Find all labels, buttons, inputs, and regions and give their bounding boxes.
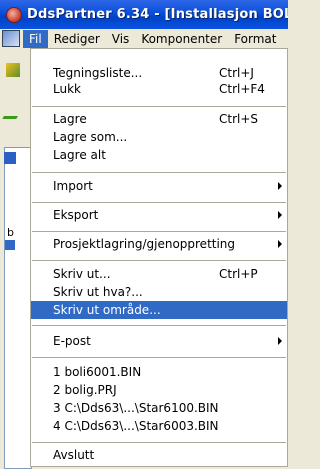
menu-item-label: 3 C:\Dds63\...\Star6100.BIN [53,401,219,415]
menu-item-shortcut: Ctrl+S [219,112,259,126]
menu-item-recent-1[interactable]: 1 boli6001.BIN [31,363,287,381]
menu-item-prosjektlagring[interactable]: Prosjektlagring/gjenoppretting [31,235,287,253]
menu-item-eksport[interactable]: Eksport [31,206,287,224]
panel-label: b [7,226,14,239]
menu-item-lukk[interactable]: Lukk Ctrl+F4 [31,80,287,98]
submenu-arrow-icon [278,337,282,345]
menu-item-skriv-ut-hva[interactable]: Skriv ut hva?... [31,283,287,301]
menu-item-lagre-som[interactable]: Lagre som... [31,128,287,146]
menu-separator [32,231,286,232]
menu-item-e-post[interactable]: E-post [31,332,287,350]
menu-separator [32,357,286,358]
menu-separator [32,106,286,107]
file-menu-dropdown: Tegningsliste... Ctrl+J Lukk Ctrl+F4 Lag… [30,48,288,467]
menu-item-avslutt[interactable]: Avslutt [31,446,287,464]
submenu-arrow-icon [278,182,282,190]
submenu-arrow-icon [278,240,282,248]
menu-item-recent-3[interactable]: 3 C:\Dds63\...\Star6100.BIN [31,399,287,417]
menu-item-label: Avslutt [53,448,95,462]
menu-separator [32,442,286,443]
menu-item-label: 2 bolig.PRJ [53,383,117,397]
menu-item-label: Lagre [53,112,87,126]
menu-item-recent-4[interactable]: 4 C:\Dds63\...\Star6003.BIN [31,417,287,435]
panel-tab-icon[interactable] [4,152,16,164]
menu-item-label: Skriv ut hva?... [53,285,143,299]
app-icon [6,6,22,23]
menu-separator [32,172,286,173]
menu-item-skriv-ut-omrade[interactable]: Skriv ut område... [31,301,287,319]
menu-item-label: Skriv ut område... [53,303,161,317]
title-bar[interactable]: DdsPartner 6.34 - [Installasjon BOL [0,0,288,29]
menu-item-label: Prosjektlagring/gjenoppretting [53,237,236,251]
menu-item-lagre[interactable]: Lagre Ctrl+S [31,110,287,128]
menu-item-label: Eksport [53,208,99,222]
menu-item-label: E-post [53,334,91,348]
side-panel [4,147,32,469]
menu-item-label: 1 boli6001.BIN [53,365,142,379]
document-icon[interactable] [2,30,20,47]
menu-item-recent-2[interactable]: 2 bolig.PRJ [31,381,287,399]
menu-item-label: Lukk [53,82,81,96]
menu-separator [32,260,286,261]
menu-item-label: Lagre som... [53,130,128,144]
menu-item-shortcut: Ctrl+F4 [219,82,265,96]
menu-item-label: 4 C:\Dds63\...\Star6003.BIN [53,419,219,433]
window-title: DdsPartner 6.34 - [Installasjon BOL [27,7,288,22]
menu-item-shortcut: Ctrl+J [219,66,254,80]
menu-item-label: Import [53,179,93,193]
menu-komponenter[interactable]: Komponenter [135,30,228,48]
menu-separator [32,325,286,326]
menu-format[interactable]: Format [228,30,282,48]
menu-separator [32,202,286,203]
menu-item-skriv-ut[interactable]: Skriv ut... Ctrl+P [31,265,287,283]
menu-vis[interactable]: Vis [106,30,136,48]
menu-rediger[interactable]: Rediger [48,30,106,48]
toolbar-tool-icon[interactable] [6,63,20,77]
menu-fil[interactable]: Fil [23,29,48,48]
menu-item-label: Skriv ut... [53,267,111,281]
submenu-arrow-icon [278,211,282,219]
menu-item-lagre-alt[interactable]: Lagre alt [31,146,287,164]
panel-selection [5,240,15,250]
menu-item-import[interactable]: Import [31,177,287,195]
menu-item-shortcut: Ctrl+P [219,267,258,281]
menu-item-label: Lagre alt [53,148,106,162]
menu-item-label: Tegningsliste... [53,66,143,80]
menu-bar: Fil Rediger Vis Komponenter Format [0,29,288,48]
